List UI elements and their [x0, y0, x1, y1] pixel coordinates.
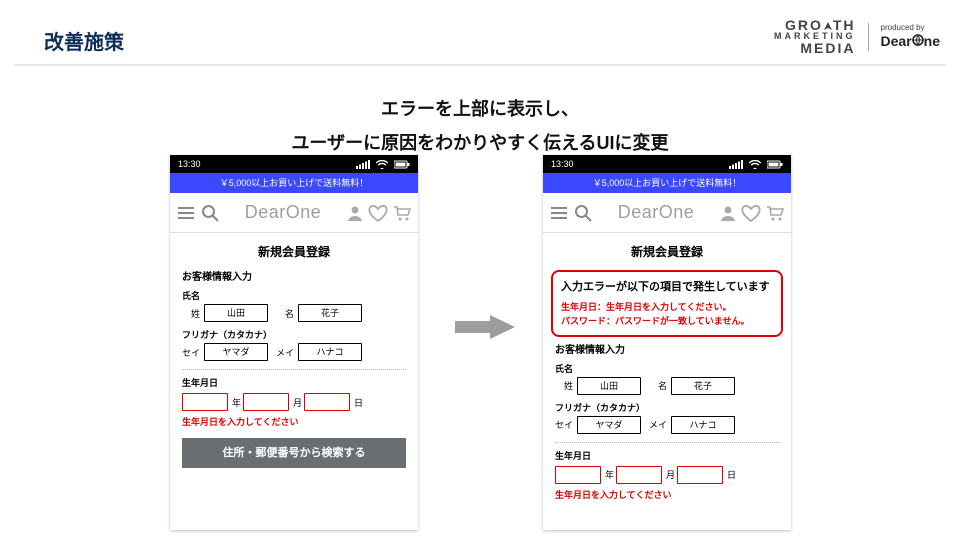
input-dob-d[interactable] [304, 393, 350, 411]
app-bar: DearOne [543, 193, 791, 233]
logo-dearone: produced by Dearne [881, 23, 940, 49]
address-search-button[interactable]: 住所・郵便番号から検索する [182, 438, 406, 468]
heart-icon[interactable] [741, 204, 761, 222]
cart-icon[interactable] [392, 204, 412, 222]
input-dob-y[interactable] [182, 393, 228, 411]
logo-block: GROTH MARKETING MEDIA produced by Dearne [774, 18, 940, 55]
input-furi-sei[interactable]: ヤマダ [577, 416, 641, 434]
logo-separator [868, 23, 869, 51]
globe-o-icon [912, 33, 924, 49]
logo-growth-marketing-media: GROTH MARKETING MEDIA [774, 18, 856, 55]
status-time: 13:30 [551, 159, 574, 169]
label-dob: 生年月日 [182, 376, 406, 389]
section-customer: お客様情報入力 [555, 341, 779, 356]
error-summary-line: パスワード：パスワードが一致していません。 [561, 314, 773, 328]
input-dob-m[interactable] [243, 393, 289, 411]
input-dob-y[interactable] [555, 466, 601, 484]
page-title: 新規会員登録 [170, 233, 418, 262]
wifi-icon [749, 160, 761, 169]
user-icon[interactable] [346, 204, 364, 222]
mock-after: 13:30 ￥5,000以上お買い上げで送料無料！ DearOne 新規会員登録… [543, 155, 791, 530]
slide-header: 改善施策 GROTH MARKETING MEDIA produced by D… [0, 18, 960, 55]
battery-icon [394, 160, 410, 169]
status-time: 13:30 [178, 159, 201, 169]
input-furi-mei[interactable]: ハナコ [671, 416, 735, 434]
promo-banner: ￥5,000以上お買い上げで送料無料！ [170, 173, 418, 193]
label-furigana: フリガナ（カタカナ） [182, 328, 406, 341]
app-brand: DearOne [245, 202, 322, 223]
arrow-up-icon [823, 19, 833, 33]
app-bar: DearOne [170, 193, 418, 233]
error-inline-dob: 生年月日を入力してください [182, 415, 406, 428]
search-icon[interactable] [200, 203, 220, 223]
error-summary-line: 生年月日：生年月日を入力してください。 [561, 300, 773, 314]
cart-icon[interactable] [765, 204, 785, 222]
promo-banner: ￥5,000以上お買い上げで送料無料！ [543, 173, 791, 193]
form-before: お客様情報入力 氏名 姓山田 名花子 フリガナ（カタカナ） セイヤマダ メイハナ… [170, 268, 418, 468]
slide-title: 改善施策 [44, 26, 124, 55]
section-customer: お客様情報入力 [182, 268, 406, 283]
label-name: 氏名 [555, 362, 779, 375]
error-summary-box: 入力エラーが以下の項目で発生しています 生年月日：生年月日を入力してください。 … [551, 270, 783, 337]
headline: エラーを上部に表示し、 ユーザーに原因をわかりやすく伝えるUIに変更 [0, 92, 960, 160]
wifi-icon [376, 160, 388, 169]
error-summary-head: 入力エラーが以下の項目で発生しています [561, 278, 773, 294]
input-dob-d[interactable] [677, 466, 723, 484]
signal-icon [729, 160, 743, 169]
input-sei[interactable]: 山田 [204, 304, 268, 322]
heart-icon[interactable] [368, 204, 388, 222]
input-dob-m[interactable] [616, 466, 662, 484]
form-after: お客様情報入力 氏名 姓山田 名花子 フリガナ（カタカナ） セイヤマダ メイハナ… [543, 341, 791, 501]
error-inline-dob: 生年月日を入力してください [555, 488, 779, 501]
headline-line2: ユーザーに原因をわかりやすく伝えるUIに変更 [0, 126, 960, 160]
app-brand: DearOne [618, 202, 695, 223]
battery-icon [767, 160, 783, 169]
input-sei[interactable]: 山田 [577, 377, 641, 395]
menu-icon[interactable] [549, 203, 569, 223]
input-furi-sei[interactable]: ヤマダ [204, 343, 268, 361]
status-bar: 13:30 [170, 155, 418, 173]
headline-line1: エラーを上部に表示し、 [0, 92, 960, 126]
input-mei[interactable]: 花子 [671, 377, 735, 395]
label-dob: 生年月日 [555, 449, 779, 462]
label-name: 氏名 [182, 289, 406, 302]
divider [555, 442, 779, 443]
user-icon[interactable] [719, 204, 737, 222]
divider [182, 369, 406, 370]
search-icon[interactable] [573, 203, 593, 223]
arrow-right-icon [455, 315, 515, 339]
mock-before: 13:30 ￥5,000以上お買い上げで送料無料！ DearOne 新規会員登録… [170, 155, 418, 530]
status-bar: 13:30 [543, 155, 791, 173]
signal-icon [356, 160, 370, 169]
header-rule [14, 64, 946, 66]
label-furigana: フリガナ（カタカナ） [555, 401, 779, 414]
input-furi-mei[interactable]: ハナコ [298, 343, 362, 361]
input-mei[interactable]: 花子 [298, 304, 362, 322]
page-title: 新規会員登録 [543, 233, 791, 262]
menu-icon[interactable] [176, 203, 196, 223]
